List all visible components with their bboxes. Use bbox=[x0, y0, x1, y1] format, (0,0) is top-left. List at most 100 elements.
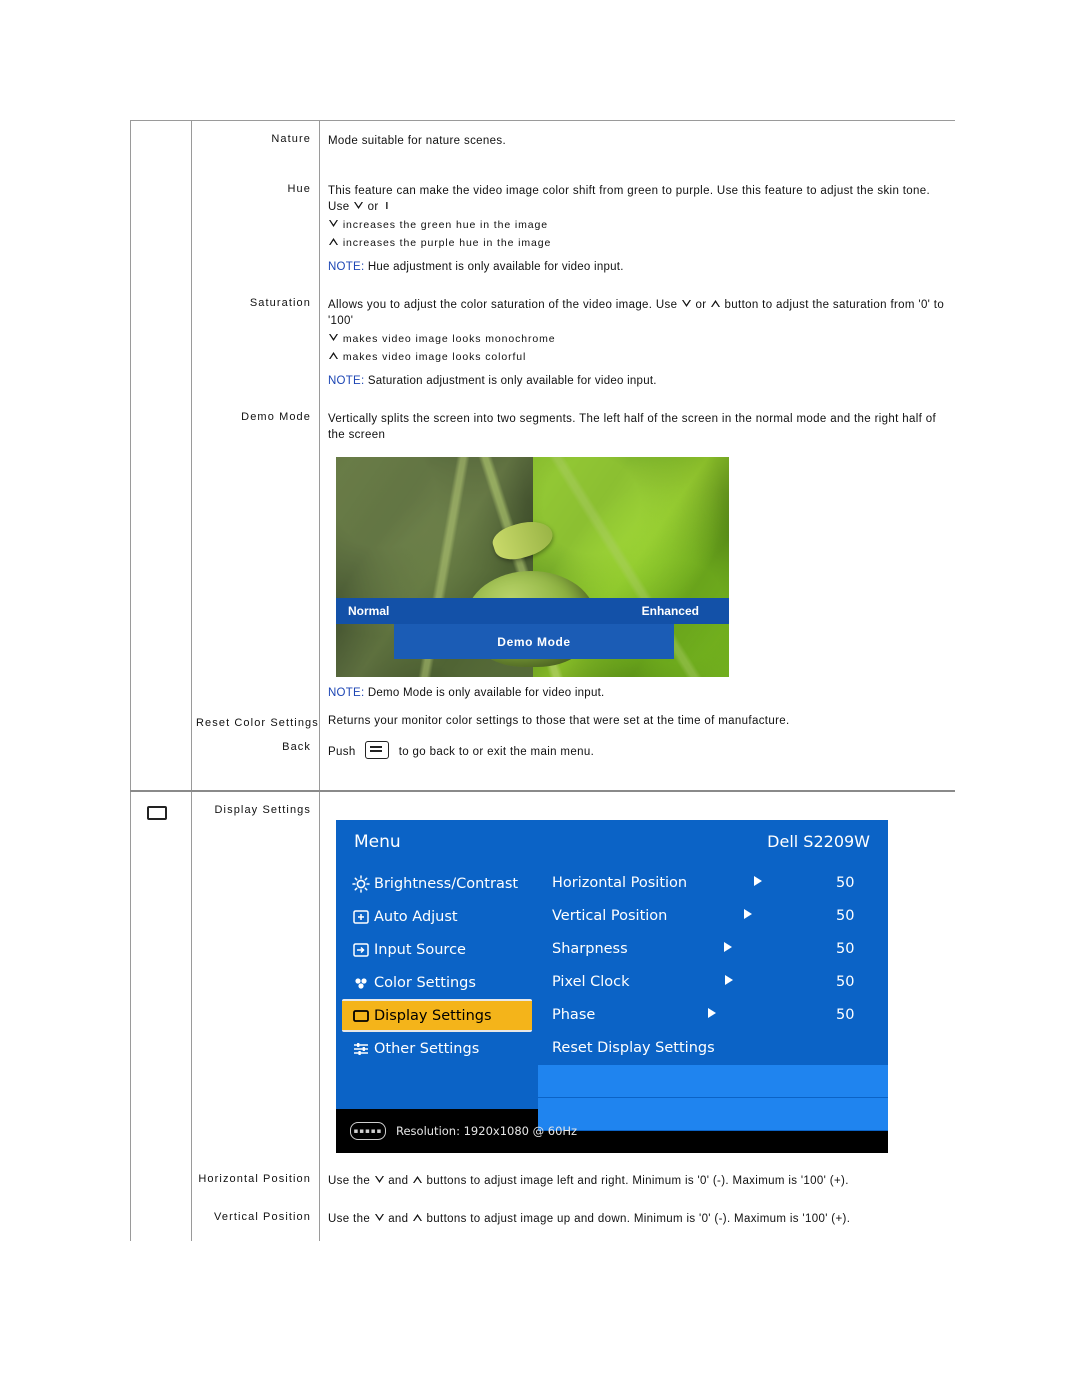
color-settings-icon bbox=[348, 974, 374, 992]
option-subline: makes video image looks colorful bbox=[328, 347, 955, 365]
option-subline-text: increases the purple hue in the image bbox=[342, 237, 552, 249]
option-description-pre: Use the bbox=[328, 1175, 371, 1187]
option-description-post: buttons to adjust image left and right. … bbox=[426, 1175, 849, 1187]
osd-subitem-label: Pixel Clock bbox=[552, 974, 630, 990]
row-icon-cell bbox=[130, 399, 192, 705]
row-label-cell: Reset Color Settings bbox=[192, 705, 320, 729]
row-label-cell: Display Settings bbox=[192, 792, 320, 1167]
osd-subitem-sharpness[interactable]: Sharpness 50 bbox=[538, 933, 888, 966]
row-body-cell: Use the and buttons to adjust image up a… bbox=[320, 1205, 955, 1241]
option-label: Demo Mode bbox=[241, 411, 311, 423]
row-label-cell: Saturation bbox=[192, 285, 320, 399]
osd-submenu-list: Horizontal Position 50 Vertical Position… bbox=[538, 863, 888, 1131]
row-icon-cell bbox=[130, 792, 192, 1167]
osd-subitem-reset-display-settings[interactable]: Reset Display Settings bbox=[538, 1032, 888, 1065]
row-icon-cell bbox=[130, 171, 192, 285]
option-description-or: or bbox=[367, 201, 379, 213]
osd-item-display-settings[interactable]: Display Settings bbox=[342, 999, 532, 1032]
down-arrow-icon bbox=[328, 218, 339, 230]
row-icon-cell bbox=[130, 285, 192, 399]
right-triangle-icon bbox=[706, 1006, 718, 1024]
osd-subitem-label: Reset Display Settings bbox=[552, 1040, 715, 1056]
option-label: Nature bbox=[271, 133, 311, 145]
table-row: Reset Color Settings Returns your monito… bbox=[130, 705, 955, 729]
down-arrow-icon bbox=[681, 298, 692, 310]
table-row: Vertical Position Use the and buttons to… bbox=[130, 1205, 955, 1241]
row-body-cell: This feature can make the video image co… bbox=[320, 171, 955, 285]
osd-subitem-pixel-clock[interactable]: Pixel Clock 50 bbox=[538, 966, 888, 999]
osd-title-bar: Menu Dell S2209W bbox=[336, 820, 888, 863]
osd-item-auto-adjust[interactable]: Auto Adjust bbox=[336, 900, 538, 933]
up-arrow-icon bbox=[328, 236, 339, 248]
row-body-cell: Allows you to adjust the color saturatio… bbox=[320, 285, 955, 399]
osd-subitem-value: 50 bbox=[835, 974, 855, 990]
note-keyword: NOTE: bbox=[328, 375, 365, 387]
option-description: Push to go back to or exit the main menu… bbox=[328, 729, 955, 760]
option-description: Allows you to adjust the color saturatio… bbox=[328, 285, 955, 329]
option-description: This feature can make the video image co… bbox=[328, 171, 955, 215]
table-row: Hue This feature can make the video imag… bbox=[130, 171, 955, 285]
table-row: Display Settings Menu Dell S2209W Bright… bbox=[130, 792, 955, 1167]
osd-item-brightness-contrast[interactable]: Brightness/Contrast bbox=[336, 867, 538, 900]
right-triangle-icon bbox=[742, 907, 754, 925]
down-arrow-icon bbox=[328, 332, 339, 344]
table-row: Back Push to go back to or exit the main… bbox=[130, 729, 955, 790]
display-settings-icon bbox=[147, 806, 167, 820]
osd-options-table: Nature Mode suitable for nature scenes. … bbox=[130, 120, 955, 1241]
option-label: Reset Color Settings bbox=[196, 717, 319, 729]
auto-adjust-icon bbox=[348, 908, 374, 926]
row-label-cell: Demo Mode bbox=[192, 399, 320, 705]
osd-subitem-empty bbox=[538, 1065, 888, 1098]
option-description-or: or bbox=[695, 299, 707, 311]
up-arrow-icon bbox=[412, 1174, 423, 1186]
push-tail-text: to go back to or exit the main menu. bbox=[398, 746, 595, 758]
note-text: Hue adjustment is only available for vid… bbox=[367, 261, 624, 273]
osd-item-label: Display Settings bbox=[374, 1007, 492, 1024]
osd-subitem-value: 50 bbox=[835, 1007, 855, 1023]
vga-connector-icon: ▪▪▪▪▪ bbox=[350, 1122, 386, 1140]
option-note: NOTE: Demo Mode is only available for vi… bbox=[328, 677, 955, 699]
osd-item-color-settings[interactable]: Color Settings bbox=[336, 966, 538, 999]
option-subline-text: makes video image looks monochrome bbox=[342, 333, 556, 345]
osd-menu-screenshot: Menu Dell S2209W Brightness/Contrast Aut… bbox=[336, 820, 888, 1153]
other-settings-icon bbox=[348, 1040, 374, 1058]
osd-subitem-value: 50 bbox=[835, 941, 855, 957]
osd-item-label: Color Settings bbox=[374, 974, 476, 991]
table-row: Horizontal Position Use the and buttons … bbox=[130, 1167, 955, 1205]
option-label: Hue bbox=[287, 183, 311, 195]
row-body-cell: Push to go back to or exit the main menu… bbox=[320, 729, 955, 790]
osd-subitem-empty bbox=[538, 1098, 888, 1131]
row-body-cell: Use the and buttons to adjust image left… bbox=[320, 1167, 955, 1205]
row-icon-cell bbox=[130, 1167, 192, 1205]
osd-menu-list: Brightness/Contrast Auto Adjust Input So… bbox=[336, 863, 538, 1109]
option-label: Horizontal Position bbox=[198, 1173, 311, 1185]
option-description-mid: and bbox=[388, 1213, 409, 1225]
osd-item-label: Input Source bbox=[374, 941, 466, 958]
down-arrow-icon bbox=[374, 1212, 385, 1224]
demo-enhanced-label: Enhanced bbox=[641, 604, 699, 618]
note-keyword: NOTE: bbox=[328, 687, 365, 699]
demo-normal-label: Normal bbox=[348, 604, 390, 618]
option-description: Vertically splits the screen into two se… bbox=[328, 413, 937, 441]
option-description: Returns your monitor color settings to t… bbox=[328, 715, 790, 727]
osd-subitem-vertical-position[interactable]: Vertical Position 50 bbox=[538, 900, 888, 933]
osd-item-input-source[interactable]: Input Source bbox=[336, 933, 538, 966]
option-label: Display Settings bbox=[214, 804, 311, 816]
push-word: Push bbox=[328, 746, 356, 758]
osd-subitem-label: Horizontal Position bbox=[552, 875, 688, 891]
demo-mode-screenshot: Normal Enhanced Demo Mode bbox=[336, 457, 729, 677]
row-body-cell: Mode suitable for nature scenes. bbox=[320, 121, 955, 171]
osd-subitem-phase[interactable]: Phase 50 bbox=[538, 999, 888, 1032]
display-settings-icon bbox=[348, 1007, 374, 1025]
option-subline: increases the purple hue in the image bbox=[328, 233, 955, 251]
option-description-mid: and bbox=[388, 1175, 409, 1187]
note-keyword: NOTE: bbox=[328, 261, 365, 273]
up-arrow-icon bbox=[328, 350, 339, 362]
osd-subitem-horizontal-position[interactable]: Horizontal Position 50 bbox=[538, 867, 888, 900]
row-label-cell: Horizontal Position bbox=[192, 1167, 320, 1205]
osd-body: Brightness/Contrast Auto Adjust Input So… bbox=[336, 863, 888, 1131]
osd-menu-title: Menu bbox=[354, 831, 401, 852]
osd-subitem-label: Phase bbox=[552, 1007, 596, 1023]
option-description: Use the and buttons to adjust image up a… bbox=[328, 1205, 955, 1227]
osd-item-other-settings[interactable]: Other Settings bbox=[336, 1032, 538, 1065]
